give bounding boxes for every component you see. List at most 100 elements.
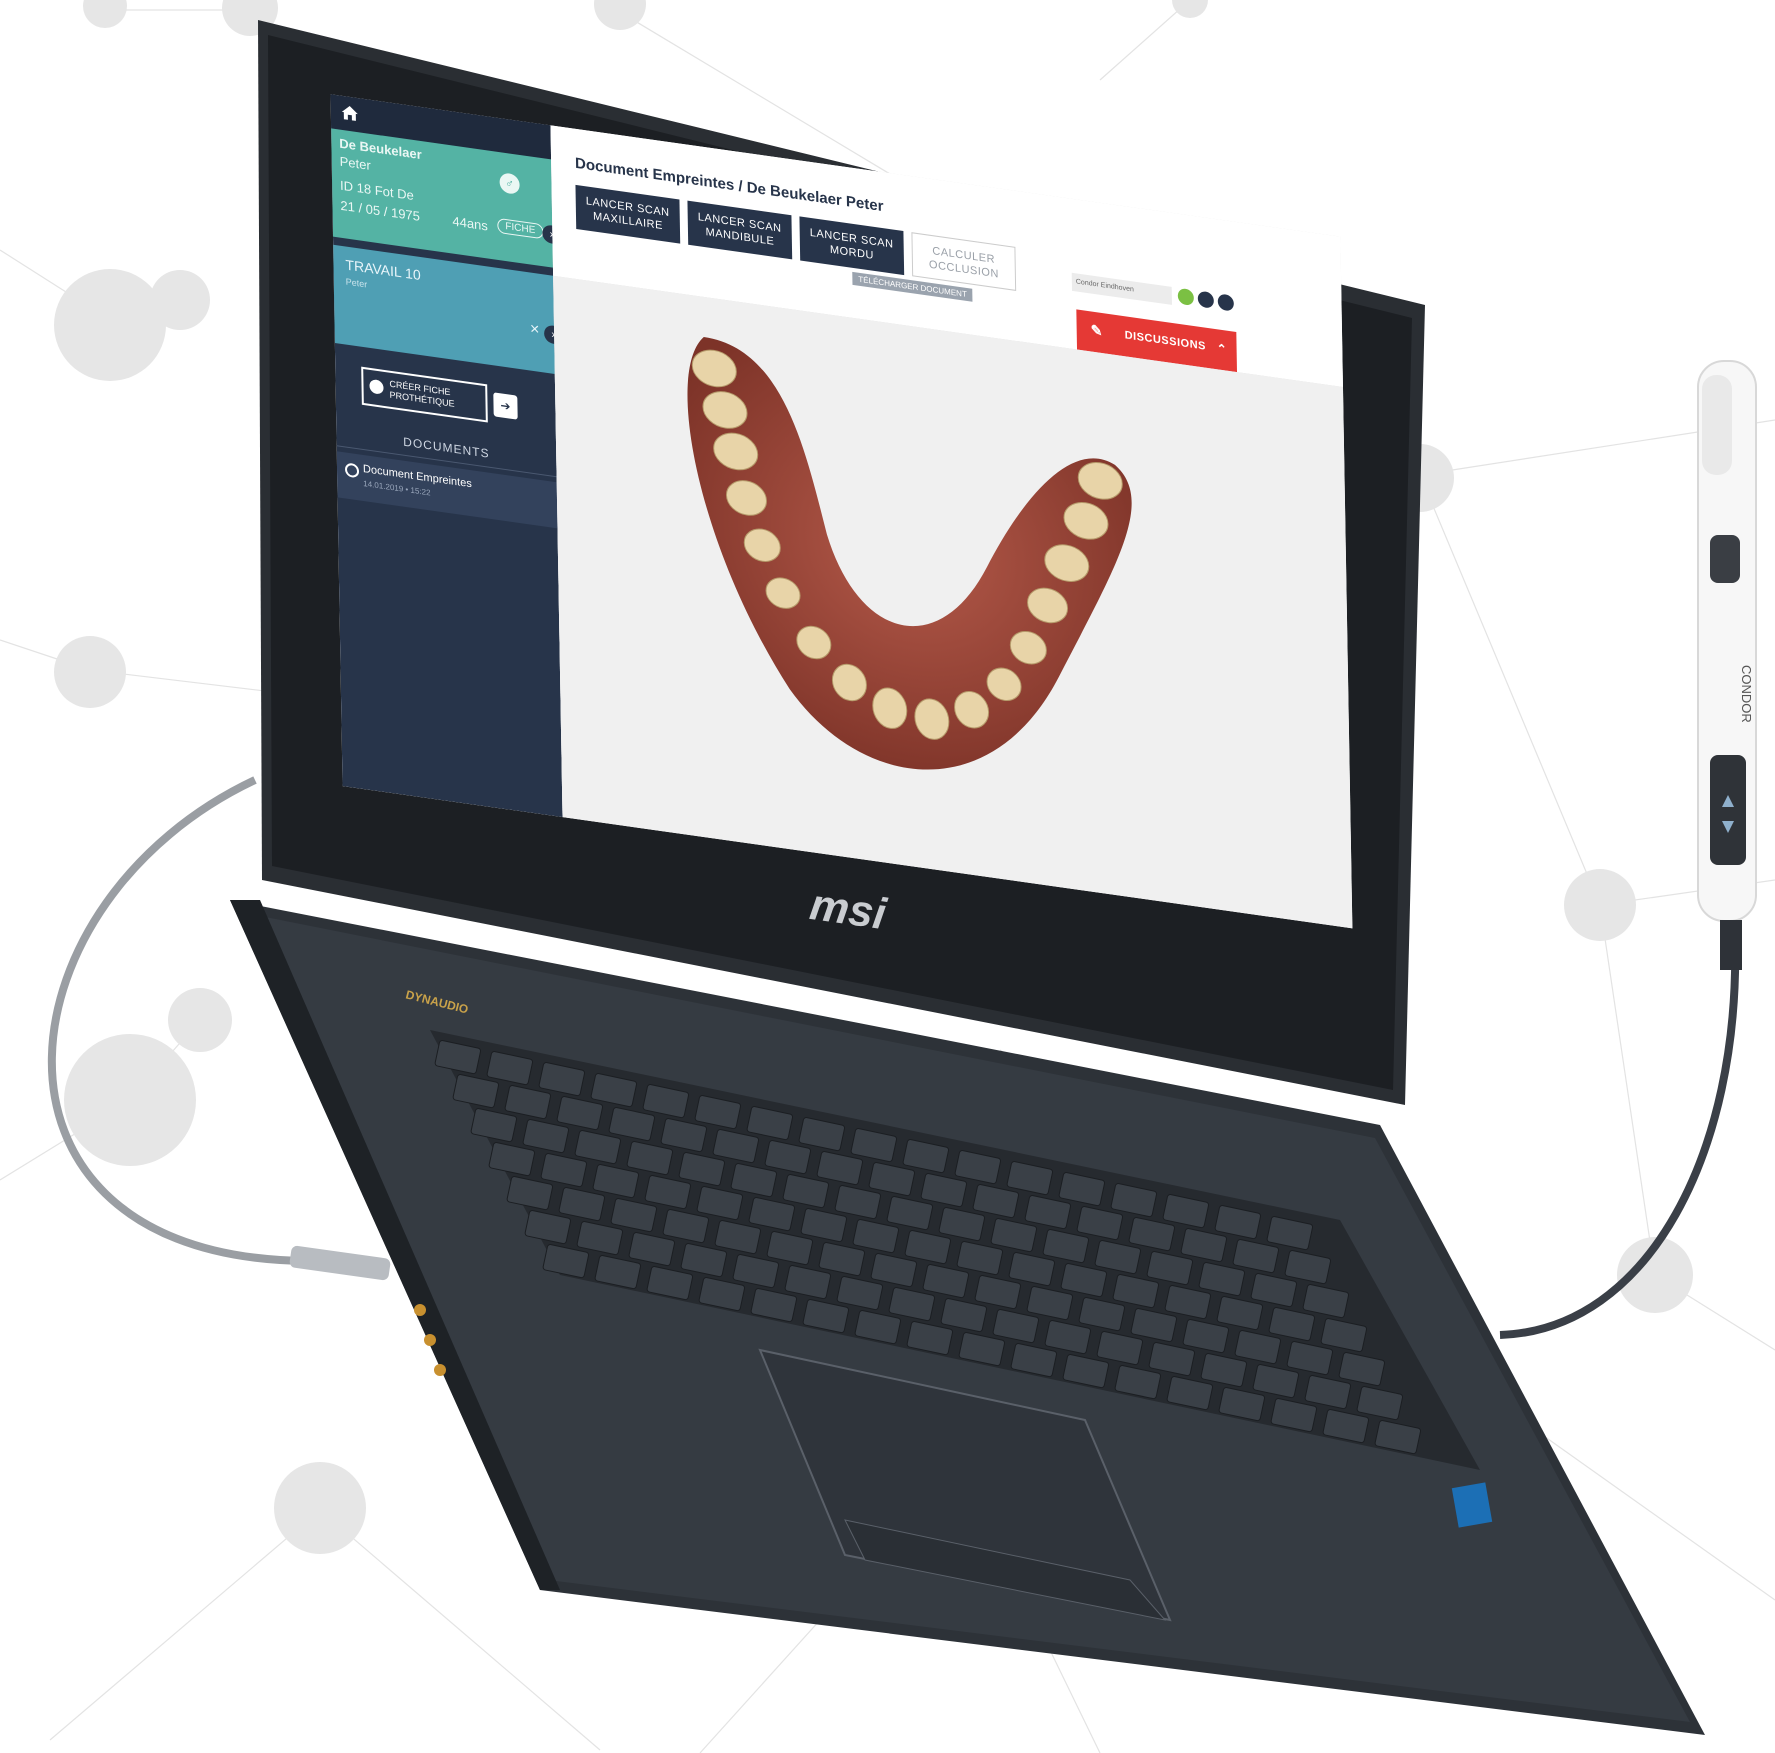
scan-maxillaire-button[interactable]: LANCER SCAN MAXILLAIRE xyxy=(575,184,681,244)
keyboard-key xyxy=(558,1187,606,1222)
keyboard-key xyxy=(488,1142,536,1177)
keyboard-key xyxy=(698,1277,746,1312)
keyboard-key xyxy=(1110,1183,1158,1218)
keyboard-key xyxy=(746,1106,794,1141)
keyboard-key xyxy=(644,1175,692,1210)
keyboard-key xyxy=(712,1129,760,1164)
laptop-screen: De Beukelaer Peter ID 18 Fot De 21 / 05 … xyxy=(300,60,1394,1014)
keyboard-key xyxy=(540,1153,588,1188)
keyboard-key xyxy=(1320,1318,1368,1353)
keyboard-key xyxy=(1166,1376,1214,1411)
keyboard-key xyxy=(732,1254,780,1289)
keyboard-key xyxy=(954,1150,1002,1185)
keyboard-key xyxy=(766,1231,814,1266)
keyboard-key xyxy=(784,1265,832,1300)
keyboard-key xyxy=(1062,1354,1110,1389)
radio-icon[interactable] xyxy=(344,462,360,479)
keyboard-key xyxy=(642,1084,690,1119)
keyboard-key xyxy=(646,1266,694,1301)
user-selector[interactable]: Condor Eindhoven xyxy=(1071,272,1172,305)
keyboard-key xyxy=(836,1276,884,1311)
keyboard-key xyxy=(972,1184,1020,1219)
scan-mordu-button[interactable]: LANCER SCAN MORDU xyxy=(799,216,905,276)
keyboard-key xyxy=(1266,1216,1314,1251)
create-fiche-button[interactable]: CRÉER FICHE PROTHÉTIQUE xyxy=(361,366,488,423)
keyboard-key xyxy=(1322,1409,1370,1444)
keyboard-key xyxy=(920,1173,968,1208)
keyboard-key xyxy=(1250,1273,1298,1308)
keyboard-key xyxy=(730,1163,778,1198)
keyboard-key xyxy=(1096,1331,1144,1366)
keyboard-key xyxy=(818,1242,866,1277)
keyboard-key xyxy=(556,1096,604,1131)
keyboard-key xyxy=(506,1176,554,1211)
keyboard-key xyxy=(852,1219,900,1254)
keyboard-key xyxy=(524,1210,572,1245)
keyboard-key xyxy=(870,1253,918,1288)
discussions-label: DISCUSSIONS xyxy=(1124,329,1207,353)
keyboard-key xyxy=(922,1264,970,1299)
keyboard-key xyxy=(590,1073,638,1108)
keyboard-key xyxy=(1008,1252,1056,1287)
arrow-right-icon[interactable]: ➔ xyxy=(493,392,518,420)
keyboard-key xyxy=(576,1221,624,1256)
keyboard-key xyxy=(1374,1420,1422,1455)
keyboard-key xyxy=(1356,1386,1404,1421)
settings-icon[interactable] xyxy=(1197,290,1214,309)
keyboard-key xyxy=(782,1174,830,1209)
logout-icon[interactable] xyxy=(1217,293,1234,312)
keyboard-key xyxy=(504,1085,552,1120)
status-icon xyxy=(1177,287,1194,307)
keyboard-key xyxy=(714,1220,762,1255)
keyboard-key xyxy=(1078,1297,1126,1332)
keyboard-key xyxy=(594,1255,642,1290)
keyboard-key xyxy=(1214,1205,1262,1240)
keyboard-key xyxy=(610,1198,658,1233)
keyboard-key xyxy=(956,1241,1004,1276)
keyboard-key xyxy=(1302,1284,1350,1319)
keyboard-key xyxy=(816,1151,864,1186)
keyboard-key xyxy=(1234,1330,1282,1365)
keyboard-key xyxy=(1148,1342,1196,1377)
keyboard-key xyxy=(854,1310,902,1345)
keyboard-key xyxy=(678,1152,726,1187)
keyboard-key xyxy=(434,1040,482,1075)
keyboard-key xyxy=(1060,1263,1108,1298)
keyboard-key xyxy=(1198,1262,1246,1297)
travail-card[interactable]: TRAVAIL 10 Peter × xyxy=(333,244,555,374)
keyboard-key xyxy=(542,1244,590,1279)
keyboard-key xyxy=(1128,1217,1176,1252)
keyboard-key xyxy=(1270,1398,1318,1433)
keyboard-key xyxy=(486,1051,534,1086)
fiche-button[interactable]: FICHE xyxy=(497,217,544,240)
patient-age: 44ans xyxy=(452,213,488,234)
create-fiche-label: CRÉER FICHE PROTHÉTIQUE xyxy=(389,378,455,409)
keyboard-key xyxy=(868,1162,916,1197)
keyboard-key xyxy=(1164,1285,1212,1320)
keyboard-key xyxy=(1284,1250,1332,1285)
main-panel: Document Empreintes / De Beukelaer Peter… xyxy=(550,125,1353,929)
keyboard-key xyxy=(750,1288,798,1323)
keyboard-key xyxy=(834,1185,882,1220)
keyboard-key xyxy=(1200,1353,1248,1388)
close-icon[interactable]: × xyxy=(530,320,540,339)
keyboard-key xyxy=(1286,1341,1334,1376)
keyboard-key xyxy=(902,1139,950,1174)
keyboard-key xyxy=(1218,1387,1266,1422)
dental-app-window: De Beukelaer Peter ID 18 Fot De 21 / 05 … xyxy=(330,94,1353,929)
scan-mandibule-button[interactable]: LANCER SCAN MANDIBULE xyxy=(687,200,793,260)
travail-subtitle: Peter xyxy=(345,276,368,290)
keyboard-key xyxy=(764,1140,812,1175)
keyboard-key xyxy=(1268,1307,1316,1342)
keyboard-key xyxy=(886,1196,934,1231)
keyboard-key xyxy=(1042,1229,1090,1264)
keyboard-key xyxy=(1010,1343,1058,1378)
keyboard-key xyxy=(748,1197,796,1232)
keyboard-key xyxy=(694,1095,742,1130)
3d-scan-viewer[interactable] xyxy=(553,275,1353,929)
keyboard-key xyxy=(592,1164,640,1199)
keyboard-key xyxy=(958,1332,1006,1367)
home-icon[interactable] xyxy=(341,104,359,123)
keyboard-key xyxy=(1232,1239,1280,1274)
keyboard-key xyxy=(522,1119,570,1154)
